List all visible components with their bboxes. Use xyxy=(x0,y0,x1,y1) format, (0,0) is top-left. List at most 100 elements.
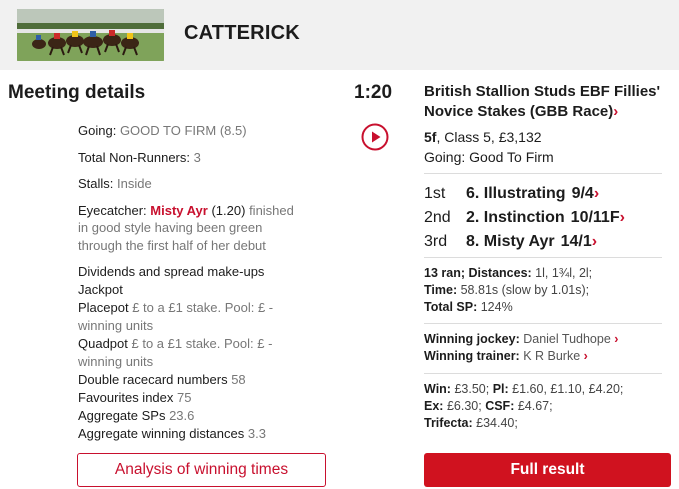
total-sp-label: Total SP: xyxy=(424,300,478,314)
race-going: Going: Good To Firm xyxy=(424,149,554,165)
trifecta-value: £34.40; xyxy=(476,416,518,430)
winning-jockey-row[interactable]: Winning jockey: Daniel Tudhope › xyxy=(424,331,674,348)
chevron-right-icon: › xyxy=(619,209,625,226)
eyecatcher-text-1: finished xyxy=(249,202,294,218)
going-value: GOOD TO FIRM (8.5) xyxy=(119,123,247,138)
placing-horse: 2. Instinction xyxy=(466,209,565,226)
ran-label: 13 ran; Distances: xyxy=(424,266,532,280)
going-label: Going: xyxy=(78,123,117,138)
placing-position: 1st xyxy=(424,185,446,202)
eyecatcher-horse-link[interactable]: Misty Ayr xyxy=(150,203,208,218)
chevron-right-icon: › xyxy=(591,233,598,250)
chevron-right-icon: › xyxy=(614,332,619,346)
non-runners-value: 3 xyxy=(193,149,201,165)
connections: Winning jockey: Daniel Tudhope › Winning… xyxy=(424,324,674,373)
non-runners-label: Total Non-Runners: xyxy=(78,149,190,165)
distances-value: 1l, 1¾l, 2l; xyxy=(535,266,593,280)
placings-list: 1st 6. Illustrating 9/4 › 2nd 2. Instinction 1… xyxy=(424,174,674,257)
stalls-label: Stalls: xyxy=(78,176,114,191)
favourites-value: 75 xyxy=(177,390,192,405)
dividends-section: Dividends and spread make-ups Jackpot Pl… xyxy=(78,263,328,443)
agg-sp-row: Aggregate SPs 23.6 xyxy=(78,407,328,425)
placing-row[interactable]: 1st 6. Illustrating 9/4 › xyxy=(424,182,674,206)
placepot-label: Placepot xyxy=(78,300,129,315)
eyecatcher-row: Eyecatcher: Misty Ayr (1.20) finished in… xyxy=(78,202,328,255)
going-row: Going: GOOD TO FIRM (8.5) xyxy=(78,122,328,140)
placing-sp: 9/4 xyxy=(571,185,594,202)
placing-row[interactable]: 3rd 8. Misty Ayr 14/1 › xyxy=(424,230,674,254)
racehorses-photo xyxy=(17,9,164,61)
placing-position: 3rd xyxy=(424,233,448,250)
eyecatcher-text-2: in good style having been green xyxy=(78,220,263,235)
race-stats: 13 ran; Distances: 1l, 1¾l, 2l; Time: 58… xyxy=(424,258,674,323)
agg-dist-value: 3.3 xyxy=(247,426,266,441)
favourites-row: Favourites index 75 xyxy=(78,389,328,407)
non-runners-row: Total Non-Runners: 3 xyxy=(78,149,328,167)
time-label: Time: xyxy=(424,283,458,297)
chevron-right-icon: › xyxy=(613,103,619,120)
total-sp-value: 124% xyxy=(480,300,513,314)
trainer-link[interactable]: K R Burke xyxy=(523,349,580,363)
csf-label: CSF: xyxy=(485,399,515,413)
race-result-panel: British Stallion Studs EBF Fillies' Novi… xyxy=(424,82,674,439)
placing-sp: 14/1 xyxy=(560,233,592,250)
quadpot-label: Quadpot xyxy=(78,336,128,351)
dividends-title: Dividends and spread make-ups xyxy=(78,264,265,279)
win-value: £3.50; xyxy=(454,382,490,396)
course-name: CATTERICK xyxy=(184,22,300,44)
jockey-link[interactable]: Daniel Tudhope xyxy=(523,332,611,346)
trainer-label: Winning trainer: xyxy=(424,349,520,363)
winning-trainer-row[interactable]: Winning trainer: K R Burke › xyxy=(424,348,674,365)
eyecatcher-text-3: through the first half of her debut xyxy=(78,237,266,253)
race-class-prize: , Class 5, £3,132 xyxy=(436,129,542,145)
chevron-right-icon: › xyxy=(593,185,600,202)
double-label: Double racecard numbers xyxy=(78,372,228,387)
analysis-of-winning-times-button[interactable]: Analysis of winning times xyxy=(77,453,326,487)
agg-sp-value: 23.6 xyxy=(169,408,195,423)
play-video-button[interactable] xyxy=(361,123,389,151)
race-title-link[interactable]: British Stallion Studs EBF Fillies' Novi… xyxy=(424,82,666,122)
ex-value: £6.30; xyxy=(446,399,482,413)
agg-sp-label: Aggregate SPs xyxy=(78,408,166,423)
race-time: 1:20 xyxy=(354,82,393,103)
agg-dist-label: Aggregate winning distances xyxy=(78,426,245,441)
agg-dist-row: Aggregate winning distances 3.3 xyxy=(78,425,328,443)
win-label: Win: xyxy=(424,382,451,396)
placing-horse: 8. Misty Ayr xyxy=(466,233,555,250)
quadpot-row: Quadpot £ to a £1 stake. Pool: £ - xyxy=(78,335,328,353)
stalls-value: Inside xyxy=(117,176,152,191)
pl-value: £1.60, £1.10, £4.20; xyxy=(512,382,624,396)
ex-label: Ex: xyxy=(424,399,444,413)
placing-horse: 6. Illustrating xyxy=(466,185,566,202)
course-header: CATTERICK xyxy=(0,0,679,70)
dividends: Win: £3.50; Pl: £1.60, £1.10, £4.20; Ex:… xyxy=(424,374,674,439)
chevron-right-icon: › xyxy=(583,349,588,363)
racehorses-thumbnail[interactable] xyxy=(17,9,164,61)
placepot-units: winning units xyxy=(78,318,154,333)
csf-value: £4.67; xyxy=(517,399,553,413)
race-title: British Stallion Studs EBF Fillies' Novi… xyxy=(424,83,661,120)
eyecatcher-label: Eyecatcher: xyxy=(78,202,147,218)
placepot-value: £ to a £1 stake. Pool: £ - xyxy=(132,300,274,315)
meeting-details-panel: Going: GOOD TO FIRM (8.5) Total Non-Runn… xyxy=(78,122,328,443)
play-circle-icon xyxy=(361,123,389,151)
double-row: Double racecard numbers 58 xyxy=(78,371,328,389)
eyecatcher-race-time: (1.20) xyxy=(211,202,246,218)
stalls-row: Stalls: Inside xyxy=(78,175,328,193)
placing-row[interactable]: 2nd 2. Instinction 10/11F › xyxy=(424,206,674,230)
favourites-label: Favourites index xyxy=(78,390,174,405)
full-result-button[interactable]: Full result xyxy=(424,453,671,487)
meeting-details-heading: Meeting details xyxy=(8,82,146,103)
double-value: 58 xyxy=(231,372,246,387)
time-value: 58.81s (slow by 1.01s); xyxy=(460,283,590,297)
race-meta: 5f, Class 5, £3,132 Going: Good To Firm xyxy=(424,127,674,167)
placing-position: 2nd xyxy=(424,209,451,226)
jackpot-label: Jackpot xyxy=(78,282,123,297)
quadpot-units: winning units xyxy=(78,354,154,369)
pl-label: Pl: xyxy=(492,382,509,396)
placing-sp: 10/11F xyxy=(570,209,620,226)
placepot-row: Placepot £ to a £1 stake. Pool: £ - xyxy=(78,299,328,317)
jockey-label: Winning jockey: xyxy=(424,332,520,346)
quadpot-value: £ to a £1 stake. Pool: £ - xyxy=(131,336,273,351)
trifecta-label: Trifecta: xyxy=(424,416,473,430)
